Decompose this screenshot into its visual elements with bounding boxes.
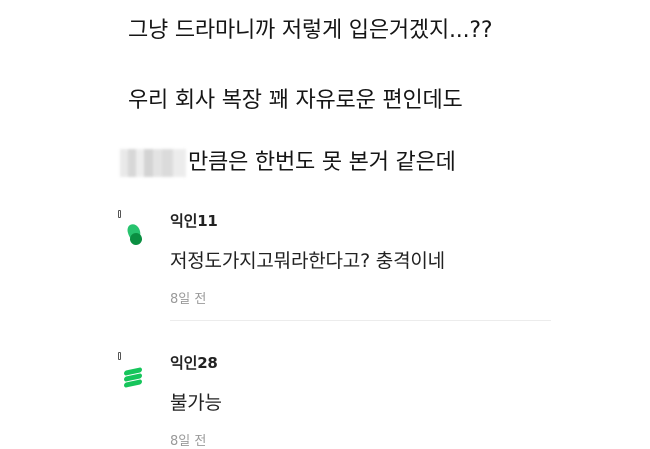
- post-text-line-3: 만큼은 한번도 못 본거 같은데: [120, 149, 456, 177]
- comment-author[interactable]: 익인28: [170, 352, 218, 373]
- post-text-line-2: 우리 회사 복장 꽤 자유로운 편인데도: [128, 88, 463, 113]
- comment-divider: [170, 320, 551, 321]
- comment-time: 8일 전: [170, 434, 207, 449]
- comment-time: 8일 전: [170, 292, 207, 307]
- green-leaf-icon: [125, 222, 144, 248]
- small-lock-icon: [118, 210, 121, 218]
- comment-author[interactable]: 익인11: [170, 210, 218, 231]
- post-text-line-3-suffix: 만큼은 한번도 못 본거 같은데: [188, 150, 456, 175]
- green-stack-icon: [124, 366, 144, 388]
- avatar[interactable]: [118, 208, 146, 248]
- small-lock-icon: [118, 352, 121, 360]
- post-text-line-1: 그냥 드라마니까 저렇게 입은거겠지...??: [128, 18, 493, 43]
- comment-text: 저정도가지고뭐라한다고? 충격이네: [170, 250, 445, 272]
- avatar[interactable]: [118, 350, 146, 390]
- blurred-text-block: [120, 149, 186, 177]
- comment-text: 불가능: [170, 392, 222, 414]
